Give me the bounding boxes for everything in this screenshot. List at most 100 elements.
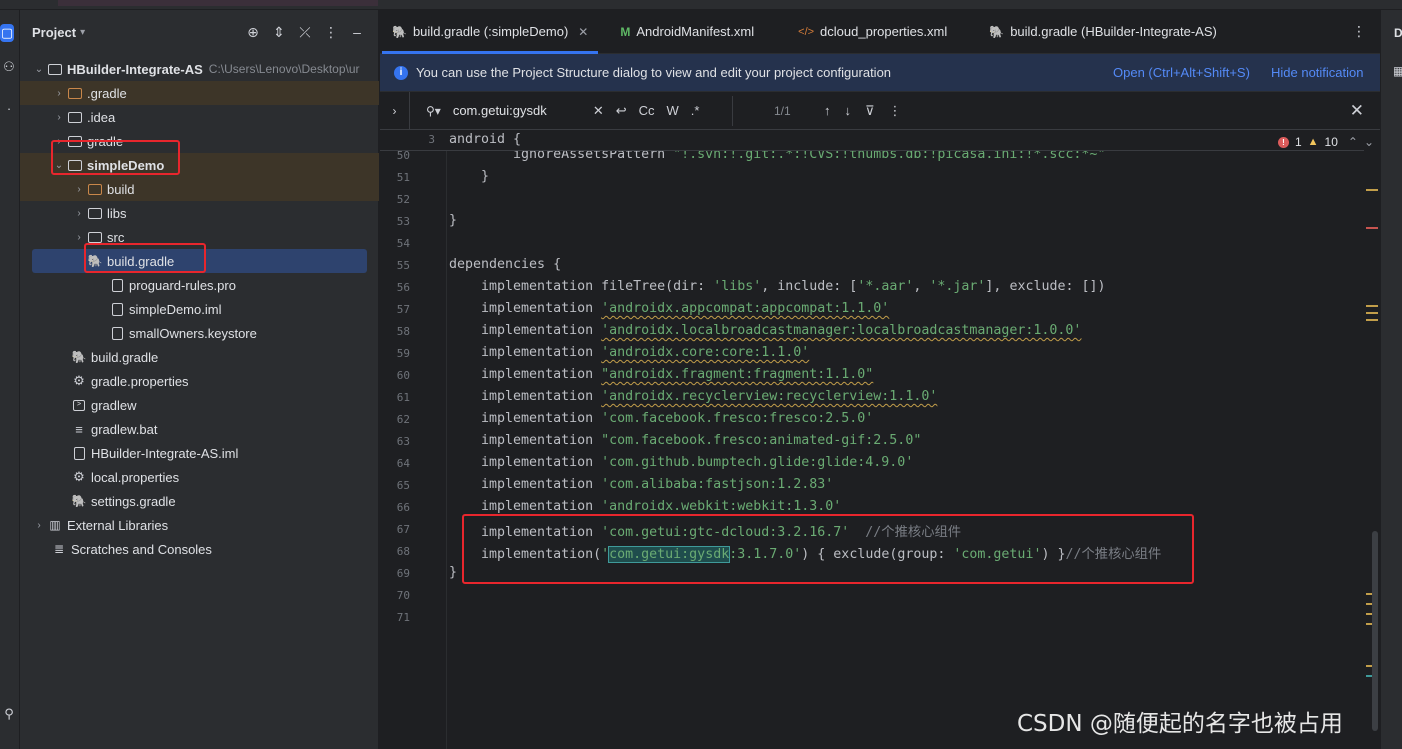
code-line[interactable]: implementation 'com.github.bumptech.glid… bbox=[449, 455, 913, 470]
structure-icon[interactable]: ▦ bbox=[1393, 64, 1402, 78]
tab-label: build.gradle (HBuilder-Integrate-AS) bbox=[1010, 24, 1217, 39]
chevron-down-icon[interactable]: ⌄ bbox=[32, 64, 46, 75]
right-tool-bar: D ▦ bbox=[1380, 10, 1402, 749]
code-line[interactable]: implementation 'androidx.appcompat:appco… bbox=[449, 301, 889, 316]
tree-row-root-build-gradle[interactable]: 🐘 build.gradle bbox=[20, 345, 379, 369]
code-line[interactable]: implementation 'com.facebook.fresco:fres… bbox=[449, 411, 873, 426]
tree-row-scratches[interactable]: ≣ Scratches and Consoles bbox=[20, 537, 379, 561]
chevron-right-icon[interactable]: › bbox=[380, 91, 410, 130]
expand-collapse-icon[interactable]: ⇕ bbox=[272, 24, 286, 41]
warning-mark[interactable] bbox=[1366, 305, 1378, 307]
tree-row-build[interactable]: › build bbox=[20, 177, 379, 201]
tree-row-gradlew[interactable]: > gradlew bbox=[20, 393, 379, 417]
search-tool-icon[interactable]: ⚲ bbox=[0, 705, 18, 723]
tab-android-manifest[interactable]: M AndroidManifest.xml bbox=[608, 10, 766, 54]
chevron-right-icon[interactable]: › bbox=[52, 88, 66, 99]
chevron-down-icon[interactable]: ⌄ bbox=[1364, 135, 1374, 149]
project-panel-header: Project ▾ ⊕ ⇕ ⤫ ⋮ – bbox=[20, 10, 378, 54]
locate-icon[interactable]: ⊕ bbox=[246, 24, 260, 41]
code-line[interactable]: implementation('com.getui:gysdk:3.1.7.0'… bbox=[449, 543, 1161, 563]
code-editor[interactable]: ! 1 ▲ 10 ⌃ ⌄ 50 51 52 53 54 55 56 57 58 59 60 61 62 6… bbox=[380, 131, 1380, 749]
tree-row-local-properties[interactable]: ⚙ local.properties bbox=[20, 465, 379, 489]
library-icon: ▥ bbox=[49, 518, 61, 532]
open-project-structure-link[interactable]: Open (Ctrl+Alt+Shift+S) bbox=[1113, 65, 1250, 80]
gear-icon: ⚙ bbox=[73, 469, 85, 484]
commit-tool-icon[interactable]: ⚇ bbox=[0, 58, 18, 76]
chevron-right-icon[interactable]: › bbox=[52, 112, 66, 123]
right-tool-label[interactable]: D bbox=[1394, 26, 1402, 40]
warning-mark[interactable] bbox=[1366, 189, 1378, 191]
close-icon[interactable]: ✕ bbox=[1350, 101, 1364, 121]
more-options-icon[interactable]: ⋮ bbox=[889, 103, 902, 119]
tree-row-dot-gradle[interactable]: › .gradle bbox=[20, 81, 379, 105]
tree-row-root-iml[interactable]: HBuilder-Integrate-AS.iml bbox=[20, 441, 379, 465]
code-line[interactable]: } bbox=[449, 565, 457, 580]
whole-words-toggle[interactable]: W bbox=[667, 103, 679, 118]
warning-mark[interactable] bbox=[1366, 312, 1378, 314]
tree-row-libs[interactable]: › libs bbox=[20, 201, 379, 225]
tree-row-build-gradle-selected[interactable]: 🐘 build.gradle bbox=[32, 249, 367, 273]
tree-row-external-libraries[interactable]: › ▥ External Libraries bbox=[20, 513, 379, 537]
warning-icon: ▲ bbox=[1307, 136, 1319, 148]
close-icon[interactable]: ✕ bbox=[578, 25, 588, 39]
code-line[interactable]: } bbox=[449, 169, 489, 184]
options-icon[interactable]: ⋮ bbox=[324, 24, 338, 41]
new-line-icon[interactable]: ↩ bbox=[616, 103, 627, 119]
chevron-right-icon[interactable]: › bbox=[72, 184, 86, 195]
chevron-right-icon[interactable]: › bbox=[72, 208, 86, 219]
line-number: 59 bbox=[396, 347, 410, 360]
tree-row-gradle-properties[interactable]: ⚙ gradle.properties bbox=[20, 369, 379, 393]
tree-row-proguard[interactable]: proguard-rules.pro bbox=[20, 273, 379, 297]
vertical-scrollbar[interactable] bbox=[1372, 531, 1378, 731]
project-tool-icon[interactable]: ▢ bbox=[0, 24, 14, 42]
more-tabs-icon[interactable]: ⋮ bbox=[1352, 23, 1366, 40]
regex-toggle[interactable]: .* bbox=[691, 103, 700, 118]
code-line[interactable]: implementation fileTree(dir: 'libs', inc… bbox=[449, 279, 1106, 294]
editor-area: 🐘 build.gradle (:simpleDemo) ✕ M Android… bbox=[380, 10, 1380, 749]
tab-build-gradle-simpledemo[interactable]: 🐘 build.gradle (:simpleDemo) ✕ bbox=[380, 10, 600, 54]
tree-row-root[interactable]: ⌄ HBuilder-Integrate-AS C:\Users\Lenovo\… bbox=[20, 57, 379, 81]
tree-row-gradlew-bat[interactable]: ≡ gradlew.bat bbox=[20, 417, 379, 441]
project-panel-title[interactable]: Project bbox=[32, 25, 76, 40]
code-line[interactable]: dependencies { bbox=[449, 257, 561, 272]
chevron-down-icon[interactable]: ⌄ bbox=[52, 160, 66, 171]
search-input[interactable]: com.getui:gysdk bbox=[453, 103, 593, 118]
tree-row-keystore[interactable]: smallOwners.keystore bbox=[20, 321, 379, 345]
error-mark[interactable] bbox=[1366, 227, 1378, 229]
tree-row-iml[interactable]: simpleDemo.iml bbox=[20, 297, 379, 321]
problems-indicator[interactable]: ! 1 ▲ 10 ⌃ ⌄ bbox=[1277, 135, 1374, 149]
arrow-up-icon[interactable]: ↑ bbox=[824, 103, 831, 119]
tab-dcloud-properties[interactable]: </> dcloud_properties.xml bbox=[786, 10, 959, 54]
tree-row-idea[interactable]: › .idea bbox=[20, 105, 379, 129]
collapse-all-icon[interactable]: ⤫ bbox=[298, 24, 312, 41]
match-case-toggle[interactable]: Cc bbox=[639, 103, 655, 118]
tree-row-settings-gradle[interactable]: 🐘 settings.gradle bbox=[20, 489, 379, 513]
search-icon[interactable]: ⚲▾ bbox=[426, 104, 441, 118]
chevron-up-icon[interactable]: ⌃ bbox=[1348, 135, 1358, 149]
hide-notification-link[interactable]: Hide notification bbox=[1271, 65, 1364, 80]
tab-build-gradle-root[interactable]: 🐘 build.gradle (HBuilder-Integrate-AS) bbox=[977, 10, 1229, 54]
chevron-right-icon[interactable]: › bbox=[52, 136, 66, 147]
code-line[interactable]: implementation 'androidx.localbroadcastm… bbox=[449, 323, 1081, 338]
tree-row-src[interactable]: › src bbox=[20, 225, 379, 249]
chevron-right-icon[interactable]: › bbox=[32, 520, 46, 531]
tree-row-gradle[interactable]: › gradle bbox=[20, 129, 379, 153]
hide-panel-icon[interactable]: – bbox=[350, 24, 364, 41]
code-line[interactable]: implementation "androidx.fragment:fragme… bbox=[449, 367, 873, 382]
code-line[interactable]: implementation 'androidx.webkit:webkit:1… bbox=[449, 499, 841, 514]
code-line[interactable]: implementation "com.facebook.fresco:anim… bbox=[449, 433, 921, 448]
more-tools-icon[interactable]: · bbox=[0, 100, 18, 118]
warning-mark[interactable] bbox=[1366, 319, 1378, 321]
code-line[interactable]: implementation 'com.getui:gtc-dcloud:3.2… bbox=[449, 521, 961, 540]
tree-row-simpledemo[interactable]: ⌄ simpleDemo bbox=[20, 153, 379, 177]
chevron-right-icon[interactable]: › bbox=[72, 232, 86, 243]
clear-icon[interactable]: ✕ bbox=[593, 103, 604, 119]
arrow-down-icon[interactable]: ↓ bbox=[845, 103, 852, 119]
tree-label: simpleDemo bbox=[87, 157, 165, 173]
code-line[interactable]: } bbox=[449, 213, 457, 228]
code-line[interactable]: implementation 'androidx.core:core:1.1.0… bbox=[449, 345, 809, 360]
code-line[interactable]: implementation 'com.alibaba:fastjson:1.2… bbox=[449, 477, 833, 492]
code-line[interactable]: implementation 'androidx.recyclerview:re… bbox=[449, 389, 937, 404]
filter-icon[interactable]: ⊽ bbox=[865, 103, 875, 119]
chevron-down-icon[interactable]: ▾ bbox=[80, 27, 85, 38]
